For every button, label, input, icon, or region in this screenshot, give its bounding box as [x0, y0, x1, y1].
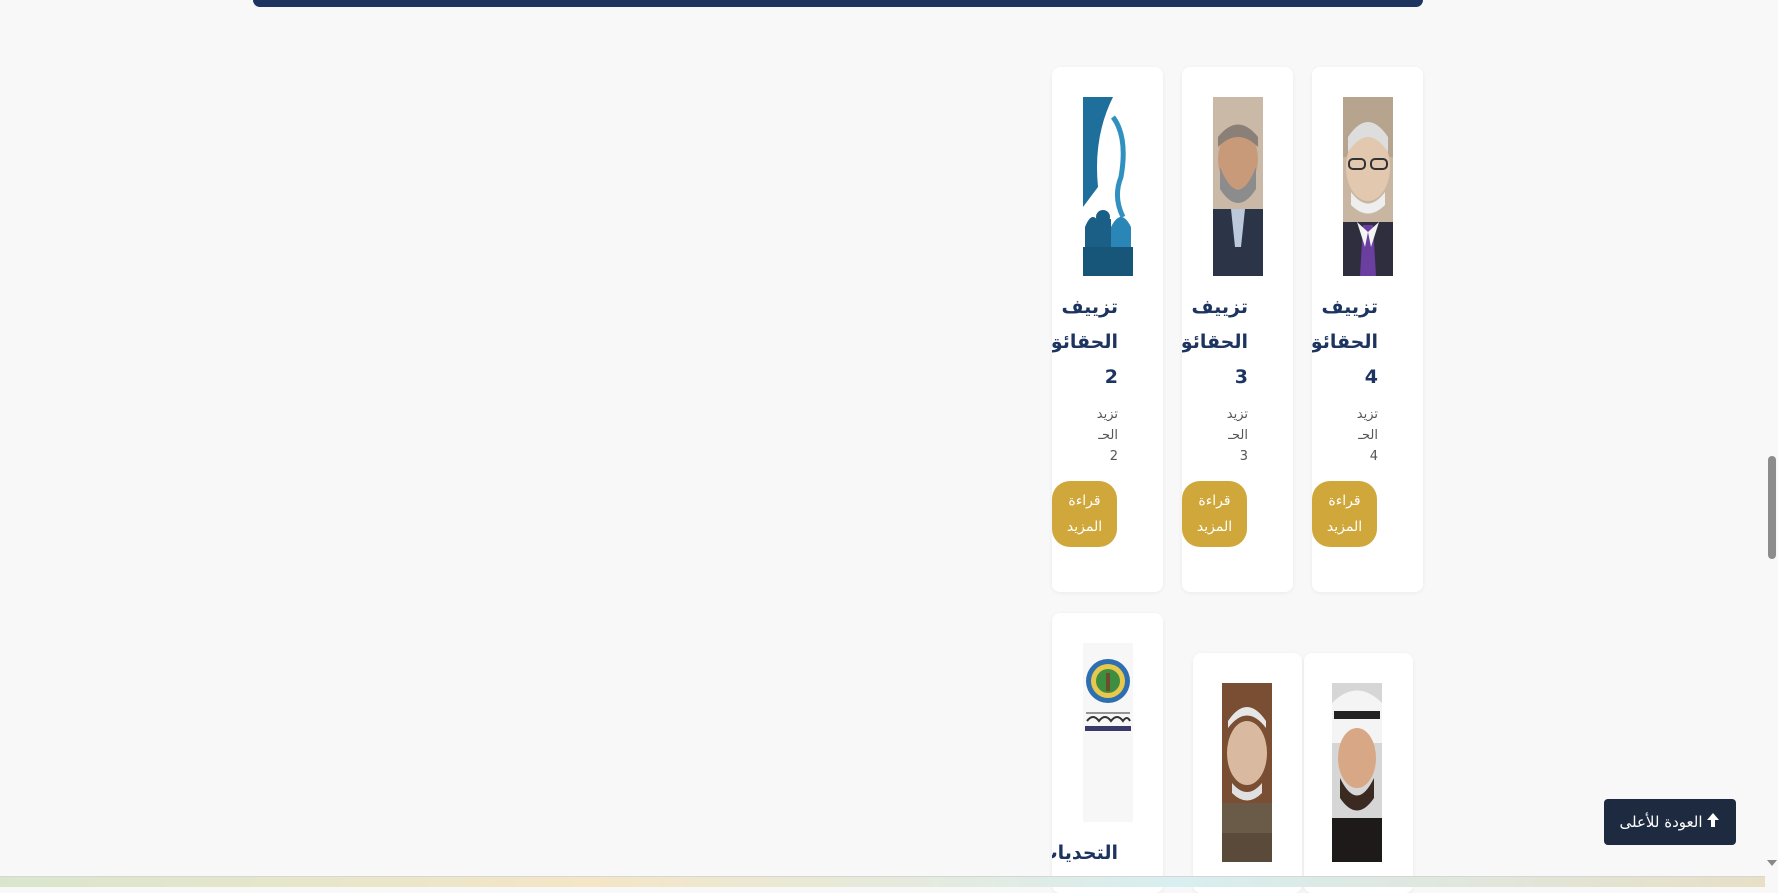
title-number: 2 — [1104, 366, 1118, 388]
article-card: تزييف الحقائق 3 تزيد الحـ 3 قراءة المزيد — [1182, 67, 1293, 592]
article-excerpt: تزيد الحـ 3 — [1208, 404, 1248, 467]
excerpt-line: تزيد — [1096, 407, 1118, 422]
read-more-button[interactable]: قراءة المزيد — [1312, 481, 1377, 547]
back-to-top-button[interactable]: العودة للأعلى — [1604, 799, 1736, 845]
title-number: 3 — [1234, 366, 1248, 388]
title-number: 4 — [1364, 366, 1378, 388]
excerpt-number: 3 — [1239, 449, 1248, 464]
header-bar — [253, 0, 1423, 7]
article-card — [1193, 653, 1302, 893]
title-line: الحقائق — [1052, 331, 1118, 353]
article-image[interactable] — [1213, 97, 1263, 276]
excerpt-number: 2 — [1109, 449, 1118, 464]
title-line: تزييف — [1061, 296, 1118, 318]
read-more-label: قراءة المزيد — [1066, 493, 1103, 535]
scrollbar-thumb[interactable] — [1768, 456, 1776, 559]
article-image[interactable] — [1222, 683, 1272, 862]
footer-strip — [0, 876, 1765, 887]
title-line: الحقائق — [1182, 331, 1248, 353]
article-excerpt: تزيد الحـ 2 — [1078, 404, 1118, 467]
article-image[interactable] — [1332, 683, 1382, 862]
excerpt-line: الحـ — [1228, 428, 1248, 443]
title-line: التحديات — [1052, 842, 1118, 864]
read-more-button[interactable]: قراءة المزيد — [1182, 481, 1247, 547]
article-image[interactable] — [1083, 643, 1133, 822]
article-image[interactable] — [1083, 97, 1133, 276]
article-title[interactable]: تزييف الحقائق 2 — [1052, 290, 1118, 395]
article-card: تزييف الحقائق 2 تزيد الحـ 2 قراءة المزيد — [1052, 67, 1163, 592]
page-scrollbar[interactable] — [1765, 0, 1778, 886]
article-title[interactable]: التحديات — [1052, 836, 1118, 871]
excerpt-line: تزيد — [1226, 407, 1248, 422]
scroll-down-icon[interactable] — [1767, 860, 1777, 866]
read-more-label: قراءة المزيد — [1326, 493, 1363, 535]
article-card — [1304, 653, 1413, 893]
excerpt-line: الحـ — [1098, 428, 1118, 443]
back-to-top-label: العودة للأعلى — [1619, 813, 1703, 831]
excerpt-line: الحـ — [1358, 428, 1378, 443]
excerpt-number: 4 — [1369, 449, 1378, 464]
article-card: تزييف الحقائق 4 تزيد الحـ 4 قراءة المزيد — [1312, 67, 1423, 592]
title-line: تزييف — [1321, 296, 1378, 318]
excerpt-line: تزيد — [1356, 407, 1378, 422]
article-excerpt: تزيد الحـ 4 — [1338, 404, 1378, 467]
read-more-button[interactable]: قراءة المزيد — [1052, 481, 1117, 547]
article-title[interactable]: تزييف الحقائق 4 — [1312, 290, 1378, 395]
article-title[interactable]: تزييف الحقائق 3 — [1182, 290, 1248, 395]
read-more-label: قراءة المزيد — [1196, 493, 1233, 535]
title-line: تزييف — [1191, 296, 1248, 318]
arrow-up-icon — [1706, 812, 1720, 832]
article-card: التحديات — [1052, 613, 1163, 893]
article-image[interactable] — [1343, 97, 1393, 276]
title-line: الحقائق — [1312, 331, 1378, 353]
